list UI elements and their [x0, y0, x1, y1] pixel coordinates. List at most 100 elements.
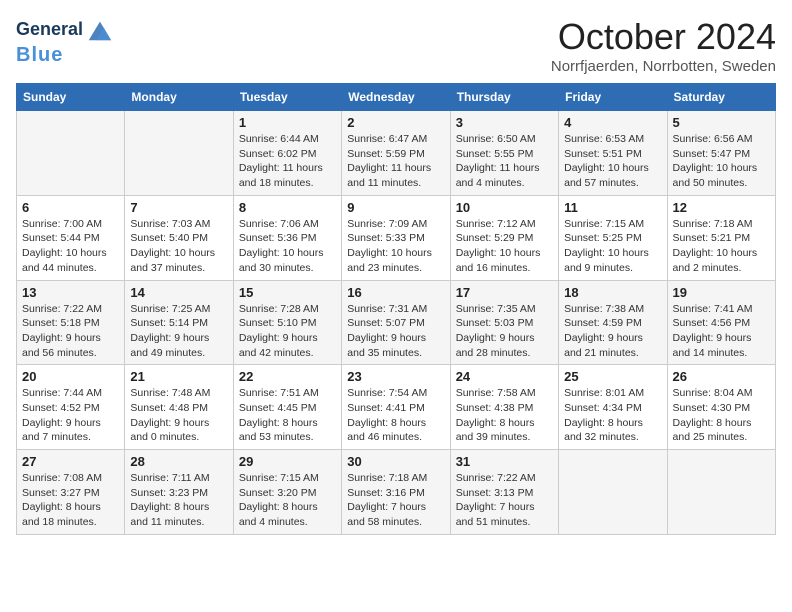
weekday-header-thursday: Thursday	[450, 84, 558, 111]
calendar-cell: 20 Sunrise: 7:44 AM Sunset: 4:52 PM Dayli…	[17, 365, 125, 450]
day-info: Sunrise: 7:38 AM Sunset: 4:59 PM Dayligh…	[564, 302, 661, 361]
day-info: Sunrise: 7:41 AM Sunset: 4:56 PM Dayligh…	[673, 302, 770, 361]
calendar-cell: 1Sunrise: 6:44 AM Sunset: 6:02 PM Daylig…	[233, 111, 341, 196]
calendar-cell: 3 Sunrise: 6:50 AM Sunset: 5:55 PM Daylig…	[450, 111, 558, 196]
day-number: 28	[130, 454, 227, 469]
calendar-cell: 25Sunrise: 8:01 AM Sunset: 4:34 PM Dayli…	[559, 365, 667, 450]
calendar-cell	[559, 450, 667, 535]
day-info: Sunrise: 7:12 AM Sunset: 5:29 PM Dayligh…	[456, 217, 553, 276]
day-info: Sunrise: 7:31 AM Sunset: 5:07 PM Dayligh…	[347, 302, 444, 361]
calendar-cell: 2 Sunrise: 6:47 AM Sunset: 5:59 PM Daylig…	[342, 111, 450, 196]
month-title: October 2024	[551, 16, 776, 58]
weekday-header-saturday: Saturday	[667, 84, 775, 111]
day-number: 9	[347, 200, 444, 215]
calendar-table: SundayMondayTuesdayWednesdayThursdayFrid…	[16, 83, 776, 535]
calendar-cell: 6 Sunrise: 7:00 AM Sunset: 5:44 PM Daylig…	[17, 195, 125, 280]
day-info: Sunrise: 7:54 AM Sunset: 4:41 PM Dayligh…	[347, 386, 444, 445]
calendar-cell: 4Sunrise: 6:53 AM Sunset: 5:51 PM Daylig…	[559, 111, 667, 196]
weekday-header-tuesday: Tuesday	[233, 84, 341, 111]
calendar-cell: 28Sunrise: 7:11 AM Sunset: 3:23 PM Dayli…	[125, 450, 233, 535]
day-number: 3	[456, 115, 553, 130]
day-number: 1	[239, 115, 336, 130]
day-number: 13	[22, 285, 119, 300]
day-info: Sunrise: 7:18 AM Sunset: 3:16 PM Dayligh…	[347, 471, 444, 530]
day-info: Sunrise: 7:06 AM Sunset: 5:36 PM Dayligh…	[239, 217, 336, 276]
day-info: Sunrise: 7:51 AM Sunset: 4:45 PM Dayligh…	[239, 386, 336, 445]
calendar-cell: 30 Sunrise: 7:18 AM Sunset: 3:16 PM Dayli…	[342, 450, 450, 535]
logo: General Blue	[16, 16, 113, 66]
day-number: 4	[564, 115, 661, 130]
day-number: 17	[456, 285, 553, 300]
day-info: Sunrise: 7:00 AM Sunset: 5:44 PM Dayligh…	[22, 217, 119, 276]
day-number: 24	[456, 369, 553, 384]
title-block: October 2024 Norrfjaerden, Norrbotten, S…	[551, 16, 776, 75]
day-number: 22	[239, 369, 336, 384]
calendar-cell: 12Sunrise: 7:18 AM Sunset: 5:21 PM Dayli…	[667, 195, 775, 280]
calendar-cell: 10Sunrise: 7:12 AM Sunset: 5:29 PM Dayli…	[450, 195, 558, 280]
day-number: 23	[347, 369, 444, 384]
logo-blue-text: Blue	[16, 44, 63, 66]
calendar-cell: 18Sunrise: 7:38 AM Sunset: 4:59 PM Dayli…	[559, 280, 667, 365]
day-number: 31	[456, 454, 553, 469]
weekday-header-monday: Monday	[125, 84, 233, 111]
calendar-cell: 17 Sunrise: 7:35 AM Sunset: 5:03 PM Dayli…	[450, 280, 558, 365]
calendar-cell: 23 Sunrise: 7:54 AM Sunset: 4:41 PM Dayli…	[342, 365, 450, 450]
day-info: Sunrise: 7:35 AM Sunset: 5:03 PM Dayligh…	[456, 302, 553, 361]
day-info: Sunrise: 7:03 AM Sunset: 5:40 PM Dayligh…	[130, 217, 227, 276]
day-info: Sunrise: 7:22 AM Sunset: 5:18 PM Dayligh…	[22, 302, 119, 361]
weekday-header-wednesday: Wednesday	[342, 84, 450, 111]
day-number: 8	[239, 200, 336, 215]
logo-icon	[85, 16, 113, 44]
calendar-cell: 15Sunrise: 7:28 AM Sunset: 5:10 PM Dayli…	[233, 280, 341, 365]
logo-text: General	[16, 20, 83, 40]
calendar-week-row: 6 Sunrise: 7:00 AM Sunset: 5:44 PM Daylig…	[17, 195, 776, 280]
page-header: General Blue October 2024 Norrfjaerden, …	[16, 16, 776, 75]
day-info: Sunrise: 6:47 AM Sunset: 5:59 PM Dayligh…	[347, 132, 444, 191]
calendar-cell: 22 Sunrise: 7:51 AM Sunset: 4:45 PM Dayli…	[233, 365, 341, 450]
calendar-cell: 16Sunrise: 7:31 AM Sunset: 5:07 PM Dayli…	[342, 280, 450, 365]
calendar-week-row: 27 Sunrise: 7:08 AM Sunset: 3:27 PM Dayli…	[17, 450, 776, 535]
day-info: Sunrise: 7:58 AM Sunset: 4:38 PM Dayligh…	[456, 386, 553, 445]
calendar-cell: 7 Sunrise: 7:03 AM Sunset: 5:40 PM Daylig…	[125, 195, 233, 280]
calendar-cell: 31Sunrise: 7:22 AM Sunset: 3:13 PM Dayli…	[450, 450, 558, 535]
calendar-cell	[17, 111, 125, 196]
day-number: 25	[564, 369, 661, 384]
day-number: 2	[347, 115, 444, 130]
day-number: 26	[673, 369, 770, 384]
calendar-cell: 21Sunrise: 7:48 AM Sunset: 4:48 PM Dayli…	[125, 365, 233, 450]
calendar-cell: 26 Sunrise: 8:04 AM Sunset: 4:30 PM Dayli…	[667, 365, 775, 450]
weekday-header-sunday: Sunday	[17, 84, 125, 111]
day-number: 14	[130, 285, 227, 300]
day-info: Sunrise: 7:15 AM Sunset: 3:20 PM Dayligh…	[239, 471, 336, 530]
calendar-cell: 27 Sunrise: 7:08 AM Sunset: 3:27 PM Dayli…	[17, 450, 125, 535]
calendar-cell: 8 Sunrise: 7:06 AM Sunset: 5:36 PM Daylig…	[233, 195, 341, 280]
day-number: 29	[239, 454, 336, 469]
calendar-cell	[667, 450, 775, 535]
calendar-cell: 11Sunrise: 7:15 AM Sunset: 5:25 PM Dayli…	[559, 195, 667, 280]
day-info: Sunrise: 7:08 AM Sunset: 3:27 PM Dayligh…	[22, 471, 119, 530]
day-number: 6	[22, 200, 119, 215]
day-number: 21	[130, 369, 227, 384]
day-info: Sunrise: 7:44 AM Sunset: 4:52 PM Dayligh…	[22, 386, 119, 445]
calendar-cell	[125, 111, 233, 196]
day-number: 27	[22, 454, 119, 469]
calendar-cell: 14 Sunrise: 7:25 AM Sunset: 5:14 PM Dayli…	[125, 280, 233, 365]
weekday-header-row: SundayMondayTuesdayWednesdayThursdayFrid…	[17, 84, 776, 111]
day-number: 20	[22, 369, 119, 384]
calendar-week-row: 20 Sunrise: 7:44 AM Sunset: 4:52 PM Dayli…	[17, 365, 776, 450]
calendar-cell: 9 Sunrise: 7:09 AM Sunset: 5:33 PM Daylig…	[342, 195, 450, 280]
day-number: 5	[673, 115, 770, 130]
day-info: Sunrise: 7:15 AM Sunset: 5:25 PM Dayligh…	[564, 217, 661, 276]
day-info: Sunrise: 7:18 AM Sunset: 5:21 PM Dayligh…	[673, 217, 770, 276]
day-number: 30	[347, 454, 444, 469]
day-info: Sunrise: 7:09 AM Sunset: 5:33 PM Dayligh…	[347, 217, 444, 276]
calendar-cell: 24 Sunrise: 7:58 AM Sunset: 4:38 PM Dayli…	[450, 365, 558, 450]
day-number: 7	[130, 200, 227, 215]
day-info: Sunrise: 7:25 AM Sunset: 5:14 PM Dayligh…	[130, 302, 227, 361]
day-info: Sunrise: 7:28 AM Sunset: 5:10 PM Dayligh…	[239, 302, 336, 361]
location-title: Norrfjaerden, Norrbotten, Sweden	[551, 58, 776, 75]
calendar-cell: 13 Sunrise: 7:22 AM Sunset: 5:18 PM Dayli…	[17, 280, 125, 365]
calendar-week-row: 13 Sunrise: 7:22 AM Sunset: 5:18 PM Dayli…	[17, 280, 776, 365]
day-info: Sunrise: 6:50 AM Sunset: 5:55 PM Dayligh…	[456, 132, 553, 191]
day-info: Sunrise: 8:04 AM Sunset: 4:30 PM Dayligh…	[673, 386, 770, 445]
